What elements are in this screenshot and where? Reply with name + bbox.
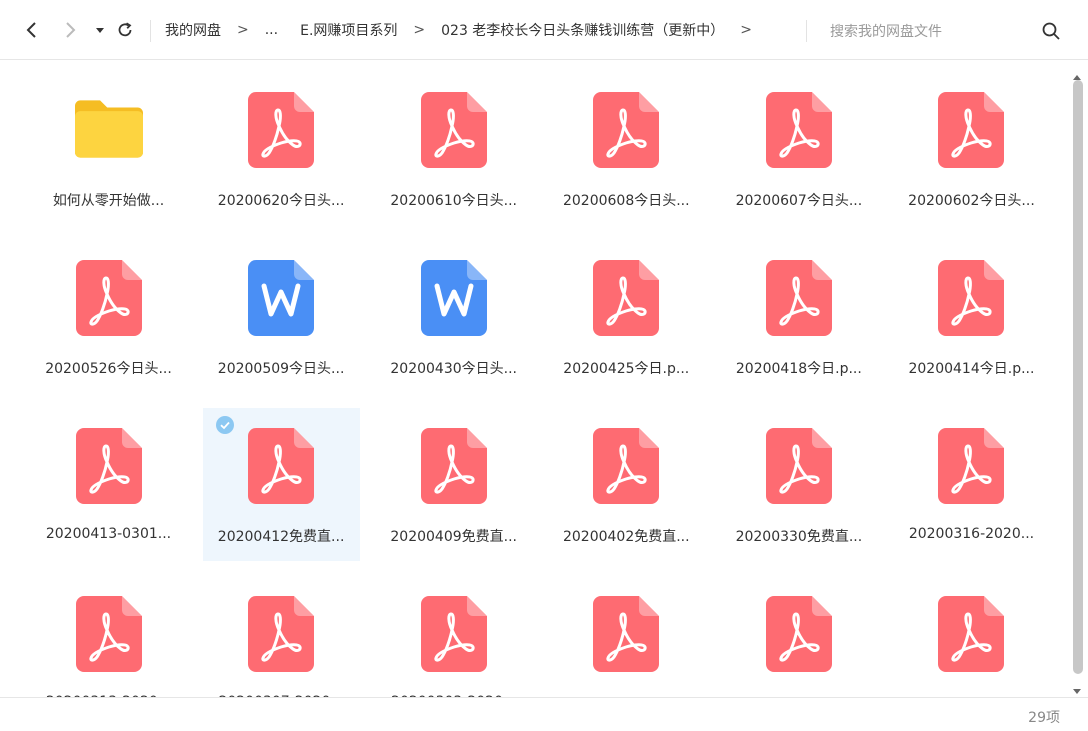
breadcrumb-item-my-disk[interactable]: 我的网盘 [165,20,221,40]
file-item[interactable]: 20200608今日头... [548,72,705,225]
breadcrumb-separator[interactable]: > [740,22,752,38]
file-grid: 如何从零开始做... 20200620今日头... 20200610今日头... 20… [30,72,1050,697]
file-name: 20200402免费直... [562,529,690,545]
file-item[interactable]: 20200412免费直... [202,408,360,561]
breadcrumb-item-series[interactable]: E.网赚项目系列 [300,20,397,40]
file-name: 20200414今日.p... [908,361,1035,377]
scroll-down-arrow-icon[interactable] [1072,681,1082,694]
history-dropdown-icon[interactable] [88,18,112,42]
file-item[interactable]: 20200402免费直... [548,408,705,561]
pdf-file-icon [765,258,833,336]
breadcrumb-separator: > [413,22,426,38]
file-name: 20200526今日头... [45,361,172,377]
file-item[interactable]: 20200330免费直... [720,408,877,561]
selected-check-icon[interactable] [215,416,234,434]
file-name: 20200425今日.p... [563,361,690,377]
file-item[interactable]: 20200425今日.p... [548,240,705,393]
file-item[interactable]: 20200418今日.p... [720,240,877,393]
file-item[interactable]: 20200509今日头... [203,240,360,393]
pdf-file-icon [247,594,315,672]
vertical-scrollbar[interactable] [1066,60,1088,697]
file-name: 如何从零开始做... [52,193,165,209]
toolbar: 我的网盘 > ... E.网赚项目系列 > 023 老李校长今日头条赚钱训练营（… [0,0,1088,60]
file-name: 20200620今日头... [217,193,345,209]
file-item[interactable]: 20200607今日头... [720,72,877,225]
file-item[interactable]: 20200414今日.p... [893,240,1050,393]
file-item[interactable]: 20200620今日头... [203,72,360,225]
breadcrumb-item-ellipsis[interactable]: ... [265,22,278,38]
file-name: 20200412免费直... [217,529,345,545]
pdf-file-icon [592,426,660,504]
status-bar: 29项 [0,697,1088,731]
pdf-file-icon [937,258,1005,336]
file-name: 20200413-0301... [45,526,172,542]
scroll-up-arrow-icon[interactable] [1072,66,1082,80]
breadcrumb-item-current-folder[interactable]: 023 老李校长今日头条赚钱训练营（更新中） [441,20,724,40]
pdf-file-icon [592,594,660,672]
pdf-file-icon [247,426,315,504]
file-name: 20200509今日头... [217,361,345,377]
pdf-file-icon [765,90,833,168]
file-name: 20200316-2020... [908,526,1035,542]
pdf-file-icon [592,90,660,168]
pdf-file-icon [765,426,833,504]
file-item[interactable]: 20200316-2020... [893,408,1050,561]
toolbar-divider [806,20,807,42]
file-item[interactable]: 20200313-2020... [30,576,187,697]
pdf-file-icon [420,426,488,504]
search-icon[interactable] [1040,20,1062,42]
file-item[interactable]: 20200409免费直... [375,408,532,561]
pdf-file-icon [75,258,143,336]
file-item[interactable]: 20200413-0301... [30,408,187,561]
pdf-file-icon [592,258,660,336]
file-item[interactable]: 20200226今日头... [548,576,705,697]
file-name: 20200608今日头... [562,193,690,209]
folder-icon [74,90,143,168]
file-item[interactable]: 20200303-2020... [375,576,532,697]
file-item[interactable]: 20200212今日头... [720,576,877,697]
file-name: 20200409免费直... [390,529,517,545]
pdf-file-icon [937,594,1005,672]
file-name: 20200602今日头... [908,193,1035,209]
file-item[interactable]: 20200430今日头... [375,240,532,393]
file-name: 20200330免费直... [735,529,863,545]
pdf-file-icon [937,426,1005,504]
pdf-file-icon [247,90,315,168]
file-name: 20200430今日头... [390,361,517,377]
pdf-file-icon [937,90,1005,168]
file-name: 20200418今日.p... [735,361,862,377]
pdf-file-icon [75,594,143,672]
refresh-icon[interactable] [113,18,137,42]
word-file-icon [247,258,315,336]
file-item[interactable]: 20200610今日头... [375,72,532,225]
back-arrow-icon[interactable] [20,18,44,42]
file-item[interactable]: 20200602今日头... [893,72,1050,225]
pdf-file-icon [765,594,833,672]
word-file-icon [420,258,488,336]
toolbar-divider [150,20,151,42]
pdf-file-icon [75,426,143,504]
file-item[interactable]: 20200206今日头... [893,576,1050,697]
breadcrumb-separator: > [237,22,249,38]
pdf-file-icon [420,90,488,168]
forward-arrow-icon[interactable] [58,18,82,42]
file-grid-area: 如何从零开始做... 20200620今日头... 20200610今日头... 20… [0,60,1066,697]
file-item[interactable]: 20200307-2020... [203,576,360,697]
pdf-file-icon [420,594,488,672]
item-count: 29项 [1028,710,1060,726]
breadcrumb: 我的网盘 > ... E.网赚项目系列 > 023 老李校长今日头条赚钱训练营（… [165,0,768,60]
file-name: 20200610今日头... [390,193,517,209]
folder-item[interactable]: 如何从零开始做... [30,72,187,225]
search-input[interactable] [830,19,1020,45]
scrollbar-thumb[interactable] [1073,80,1083,674]
file-name: 20200607今日头... [735,193,863,209]
file-item[interactable]: 20200526今日头... [30,240,187,393]
